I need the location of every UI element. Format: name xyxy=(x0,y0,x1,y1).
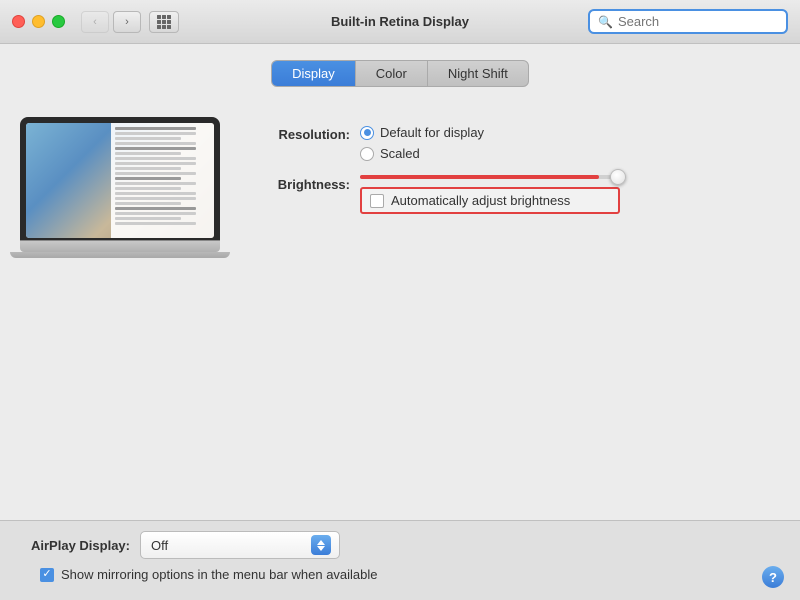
auto-brightness-checkbox-container[interactable]: Automatically adjust brightness xyxy=(360,187,620,214)
resolution-default-label: Default for display xyxy=(380,125,484,140)
back-button[interactable]: ‹ xyxy=(81,11,109,33)
maximize-button[interactable] xyxy=(52,15,65,28)
tab-display[interactable]: Display xyxy=(272,61,356,86)
forward-button[interactable]: › xyxy=(113,11,141,33)
resolution-label: Resolution: xyxy=(250,125,350,142)
brightness-label: Brightness: xyxy=(250,175,350,192)
airplay-label: AirPlay Display: xyxy=(20,538,130,553)
laptop-image xyxy=(20,117,220,258)
screen-overlay xyxy=(111,123,214,238)
screen-line xyxy=(115,127,196,130)
airplay-row: AirPlay Display: Off xyxy=(20,531,780,559)
resolution-scaled-radio[interactable] xyxy=(360,147,374,161)
resolution-controls: Default for display Scaled xyxy=(360,125,484,161)
screen-line xyxy=(115,152,182,155)
brightness-row: Brightness: Automatically adjust brightn… xyxy=(250,175,780,214)
search-box[interactable]: 🔍 xyxy=(588,9,788,34)
grid-view-button[interactable] xyxy=(149,11,179,33)
screen-line xyxy=(115,142,196,145)
main-content: Display Color Night Shift xyxy=(0,44,800,520)
screen-line xyxy=(115,222,196,225)
screen-line xyxy=(115,202,182,205)
checkmark-icon: ✓ xyxy=(42,569,51,580)
airplay-select[interactable]: Off xyxy=(140,531,340,559)
screen-line xyxy=(115,162,196,165)
minimize-button[interactable] xyxy=(32,15,45,28)
nav-buttons: ‹ › xyxy=(81,11,141,33)
screen-line xyxy=(115,132,196,135)
screen-line xyxy=(115,157,196,160)
resolution-scaled-label: Scaled xyxy=(380,146,420,161)
brightness-controls: Automatically adjust brightness xyxy=(360,175,620,214)
tabs-container: Display Color Night Shift xyxy=(20,60,780,87)
laptop-base xyxy=(20,240,220,252)
tab-color[interactable]: Color xyxy=(356,61,428,86)
tab-group: Display Color Night Shift xyxy=(271,60,529,87)
brightness-thumb[interactable] xyxy=(610,169,626,185)
traffic-lights xyxy=(12,15,65,28)
laptop-screen-inner xyxy=(26,123,214,238)
arrow-up-icon xyxy=(317,540,325,545)
tab-night-shift[interactable]: Night Shift xyxy=(428,61,528,86)
brightness-slider[interactable] xyxy=(360,175,620,179)
mirror-checkbox[interactable]: ✓ xyxy=(40,568,54,582)
resolution-row: Resolution: Default for display Scaled xyxy=(250,125,780,161)
screen-line xyxy=(115,217,182,220)
mirror-label: Show mirroring options in the menu bar w… xyxy=(61,567,378,582)
help-button[interactable]: ? xyxy=(762,566,784,588)
screen-content xyxy=(26,123,214,238)
mirror-row: ✓ Show mirroring options in the menu bar… xyxy=(20,567,780,582)
screen-line xyxy=(115,187,182,190)
auto-brightness-label: Automatically adjust brightness xyxy=(391,193,570,208)
resolution-scaled-option[interactable]: Scaled xyxy=(360,146,484,161)
display-panel: Resolution: Default for display Scaled B… xyxy=(20,107,780,268)
grid-icon xyxy=(157,15,171,29)
window-title: Built-in Retina Display xyxy=(331,14,469,29)
laptop-screen-outer xyxy=(20,117,220,240)
arrow-down-icon xyxy=(317,546,325,551)
search-input[interactable] xyxy=(618,14,778,29)
auto-brightness-checkbox[interactable] xyxy=(370,194,384,208)
airplay-value: Off xyxy=(151,538,168,553)
laptop-bottom xyxy=(10,252,230,258)
screen-line xyxy=(115,207,196,210)
screen-line xyxy=(115,147,196,150)
display-settings: Resolution: Default for display Scaled B… xyxy=(250,117,780,214)
screen-line xyxy=(115,197,196,200)
search-icon: 🔍 xyxy=(598,15,613,29)
screen-line xyxy=(115,177,182,180)
bottom-bar: AirPlay Display: Off ✓ Show mirroring op… xyxy=(0,520,800,600)
brightness-fill xyxy=(360,175,599,179)
resolution-default-radio[interactable] xyxy=(360,126,374,140)
screen-line xyxy=(115,192,196,195)
screen-line xyxy=(115,212,196,215)
screen-line xyxy=(115,167,182,170)
screen-line xyxy=(115,137,182,140)
titlebar: ‹ › Built-in Retina Display 🔍 xyxy=(0,0,800,44)
brightness-slider-container xyxy=(360,175,620,179)
select-arrow-icon xyxy=(311,535,331,555)
resolution-default-option[interactable]: Default for display xyxy=(360,125,484,140)
close-button[interactable] xyxy=(12,15,25,28)
screen-line xyxy=(115,172,196,175)
screen-line xyxy=(115,182,196,185)
laptop-preview xyxy=(20,117,220,258)
